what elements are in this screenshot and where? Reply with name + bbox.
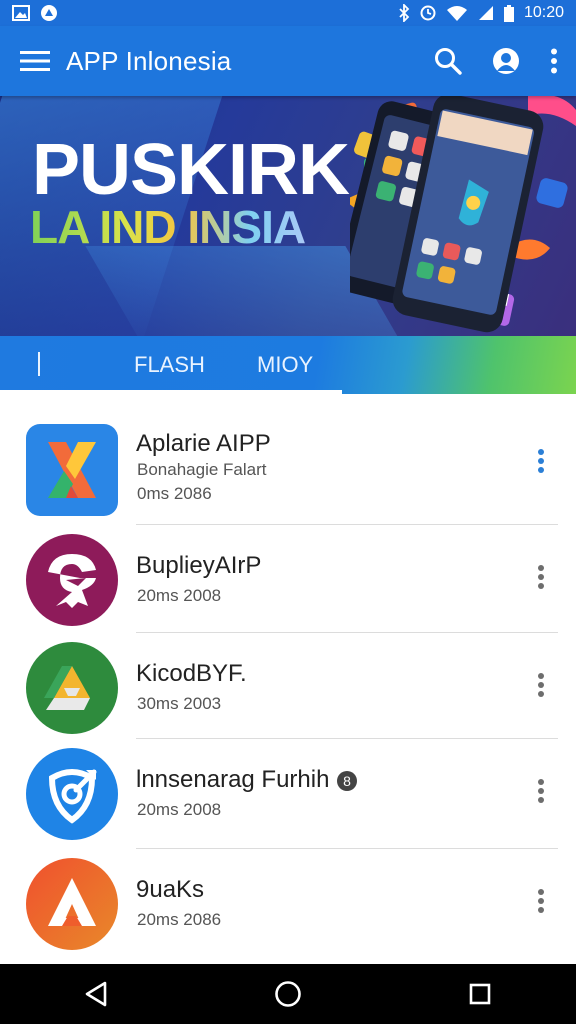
tab-mioy[interactable]: MIOY <box>257 352 313 378</box>
bluetooth-icon <box>398 4 410 22</box>
app-name: 9uaKs <box>136 876 205 903</box>
app-name: BuplieyAIrP <box>136 552 262 579</box>
more-options-icon[interactable] <box>526 558 556 598</box>
list-item[interactable]: Aplarie AIPP Bonahagie Falart 0ms 2086 <box>0 398 576 525</box>
account-icon[interactable] <box>492 47 520 75</box>
overflow-menu-icon[interactable] <box>550 48 558 74</box>
gallery-notification-icon <box>12 5 30 21</box>
svg-text:8: 8 <box>343 773 351 789</box>
recents-icon <box>469 983 491 1005</box>
app-name-text: lnnsenarag Furhih <box>136 766 330 793</box>
app-date: 30ms 2003 <box>137 694 222 713</box>
app-title: APP Inlonesia <box>66 45 232 76</box>
x-logo-icon <box>26 424 118 516</box>
system-navigation-bar <box>0 964 576 1024</box>
banner-headline: PUSKIRK <box>32 130 350 210</box>
recents-button[interactable] <box>450 964 510 1024</box>
app-date: 20ms 2086 <box>137 910 222 929</box>
back-button[interactable] <box>66 964 126 1024</box>
app-name: KicodBYF. <box>136 660 247 687</box>
status-time: 10:20 <box>523 4 564 21</box>
app-date: 0ms 2086 <box>137 484 212 503</box>
more-options-icon[interactable] <box>526 442 556 482</box>
app-notification-icon <box>40 4 58 22</box>
more-options-icon[interactable] <box>526 666 556 706</box>
alarm-icon <box>420 5 436 21</box>
banner-subheadline: LA IND INSIA <box>30 201 306 253</box>
app-publisher: Bonahagie Falart <box>137 460 267 479</box>
tab-separator <box>38 352 40 376</box>
home-button[interactable] <box>258 964 318 1024</box>
wifi-icon <box>446 5 468 21</box>
app-date: 20ms 2008 <box>137 586 222 605</box>
app-list: Aplarie AIPP Bonahagie Falart 0ms 2086 B… <box>0 398 576 964</box>
smartphones-illustration <box>350 96 576 333</box>
menu-icon[interactable] <box>20 50 50 72</box>
list-item[interactable]: lnnsenarag Furhih 8 20ms 2008 <box>0 720 576 849</box>
mask-logo-icon <box>26 534 118 626</box>
signal-icon <box>478 5 494 21</box>
app-bar: APP Inlonesia <box>0 26 576 96</box>
list-item[interactable]: 9uaKs 20ms 2086 <box>0 830 576 950</box>
list-item[interactable]: KicodBYF. 30ms 2003 <box>0 614 576 739</box>
shield-logo-icon <box>26 748 118 840</box>
tab-bar: FLASH MIOY <box>0 336 576 394</box>
status-bar: 10:20 <box>0 0 576 26</box>
app-name: Aplarie AIPP <box>136 430 271 457</box>
search-icon[interactable] <box>434 47 462 75</box>
more-options-icon[interactable] <box>526 772 556 812</box>
back-icon <box>85 981 107 1007</box>
promo-banner[interactable]: PUSKIRK LA IND INSIA <box>0 96 576 336</box>
battery-icon <box>503 4 514 22</box>
home-icon <box>275 981 301 1007</box>
verified-badge-icon: 8 <box>336 770 358 792</box>
tab-flash[interactable]: FLASH <box>134 352 205 378</box>
more-options-icon[interactable] <box>526 882 556 922</box>
a-logo-icon <box>26 858 118 950</box>
app-date: 20ms 2008 <box>137 800 222 819</box>
app-name: lnnsenarag Furhih 8 <box>136 766 358 794</box>
list-item[interactable]: BuplieyAIrP 20ms 2008 <box>0 508 576 633</box>
tab-indicator <box>0 390 342 394</box>
